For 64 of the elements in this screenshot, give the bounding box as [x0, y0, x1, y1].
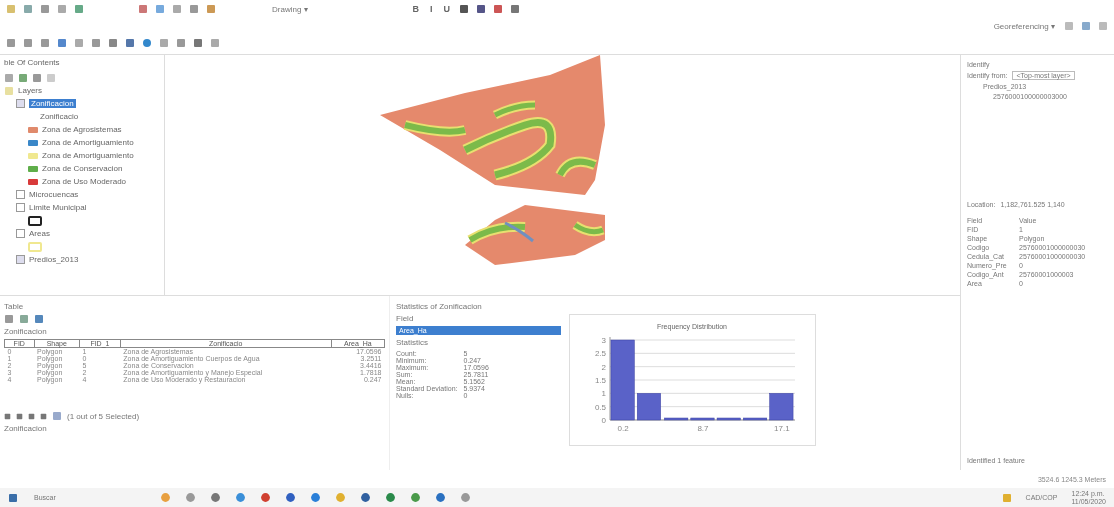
layer-checkbox[interactable] — [16, 255, 25, 264]
drawing-menu[interactable]: Drawing ▾ — [270, 4, 310, 14]
taskbar-app-icon[interactable] — [260, 492, 271, 503]
taskbar-app-icon[interactable] — [410, 492, 421, 503]
y-tick-label: 2 — [601, 362, 606, 372]
layer-checkbox[interactable] — [16, 229, 25, 238]
windows-start-icon[interactable] — [8, 492, 18, 503]
toc-tool-icon[interactable] — [32, 72, 42, 83]
y-tick-label: 1 — [601, 389, 606, 399]
y-tick-label: 0 — [601, 416, 606, 425]
legend-label: Zona de Amortiguamiento — [42, 151, 134, 160]
legend-field: Zonificacio — [40, 112, 79, 121]
toc-tool-icon[interactable] — [4, 72, 14, 83]
layer-name[interactable]: Areas — [29, 229, 50, 238]
tool-icon[interactable] — [459, 4, 470, 14]
tool-icon[interactable] — [476, 4, 487, 14]
selection-count: (1 out of 5 Selected) — [67, 411, 140, 421]
tool-icon[interactable] — [493, 4, 504, 14]
legend-label: Zona de Amortiguamiento — [42, 138, 134, 147]
format-button[interactable]: U — [441, 4, 453, 14]
legend-label: Zona de Conservacion — [42, 164, 123, 173]
layer-checkbox[interactable] — [16, 99, 25, 108]
x-tick-label: 17.1 — [774, 424, 790, 433]
taskbar-app-icon[interactable] — [360, 492, 371, 503]
layer-name[interactable]: Predios_2013 — [29, 255, 79, 264]
toc-tool-icon[interactable] — [18, 72, 28, 83]
y-tick-label: 0.5 — [594, 402, 606, 412]
table-layer-name: Zonificacion — [4, 327, 48, 336]
taskbar-app-icon[interactable] — [435, 492, 446, 503]
y-tick-label: 2.5 — [594, 349, 606, 359]
histogram-bar — [637, 393, 661, 421]
taskbar-app-icon[interactable] — [210, 492, 221, 503]
table-view-icon[interactable] — [52, 411, 62, 421]
field-label: Field — [396, 314, 415, 323]
format-button[interactable]: B — [410, 4, 422, 14]
taskbar-app-icon[interactable] — [310, 492, 321, 503]
layer-name[interactable]: Limite Municipal — [29, 203, 87, 212]
taskbar-app-icon[interactable] — [385, 492, 396, 503]
layer-name[interactable]: Zonificacion — [29, 99, 76, 108]
layer-checkbox[interactable] — [16, 190, 25, 199]
histogram-bar — [743, 417, 767, 421]
y-tick-label: 1.5 — [594, 376, 606, 385]
legend-label: Zona de Agrosistemas — [42, 125, 122, 134]
table-title: Table — [4, 302, 25, 311]
taskbar-app-icon[interactable] — [235, 492, 246, 503]
toc-title: ble Of Contents — [4, 58, 61, 67]
layer-name[interactable]: Microcuencas — [29, 190, 79, 199]
tool-icon[interactable] — [510, 4, 521, 14]
x-tick-label: 8.7 — [697, 424, 709, 433]
dialog-title: Statistics of Zonificacion — [396, 302, 483, 311]
toc-tool-icon[interactable] — [46, 72, 56, 83]
taskbar-app-icon[interactable] — [285, 492, 296, 503]
taskbar-app-icon[interactable] — [185, 492, 196, 503]
layers-label: Layers — [18, 86, 42, 95]
taskbar-app-icon[interactable] — [460, 492, 471, 503]
x-tick-label: 0.2 — [617, 424, 629, 433]
georeferencing-menu[interactable]: Georeferencing ▾ — [991, 21, 1057, 31]
histogram-bar — [769, 393, 794, 421]
statistics-label: Statistics — [396, 338, 429, 347]
legend-label: Zona de Uso Moderado — [42, 177, 127, 186]
y-tick-label: 3 — [601, 336, 606, 345]
layer-checkbox[interactable] — [16, 203, 25, 212]
format-button[interactable]: I — [428, 4, 435, 14]
table-tab[interactable]: Zonificacion — [4, 424, 385, 433]
